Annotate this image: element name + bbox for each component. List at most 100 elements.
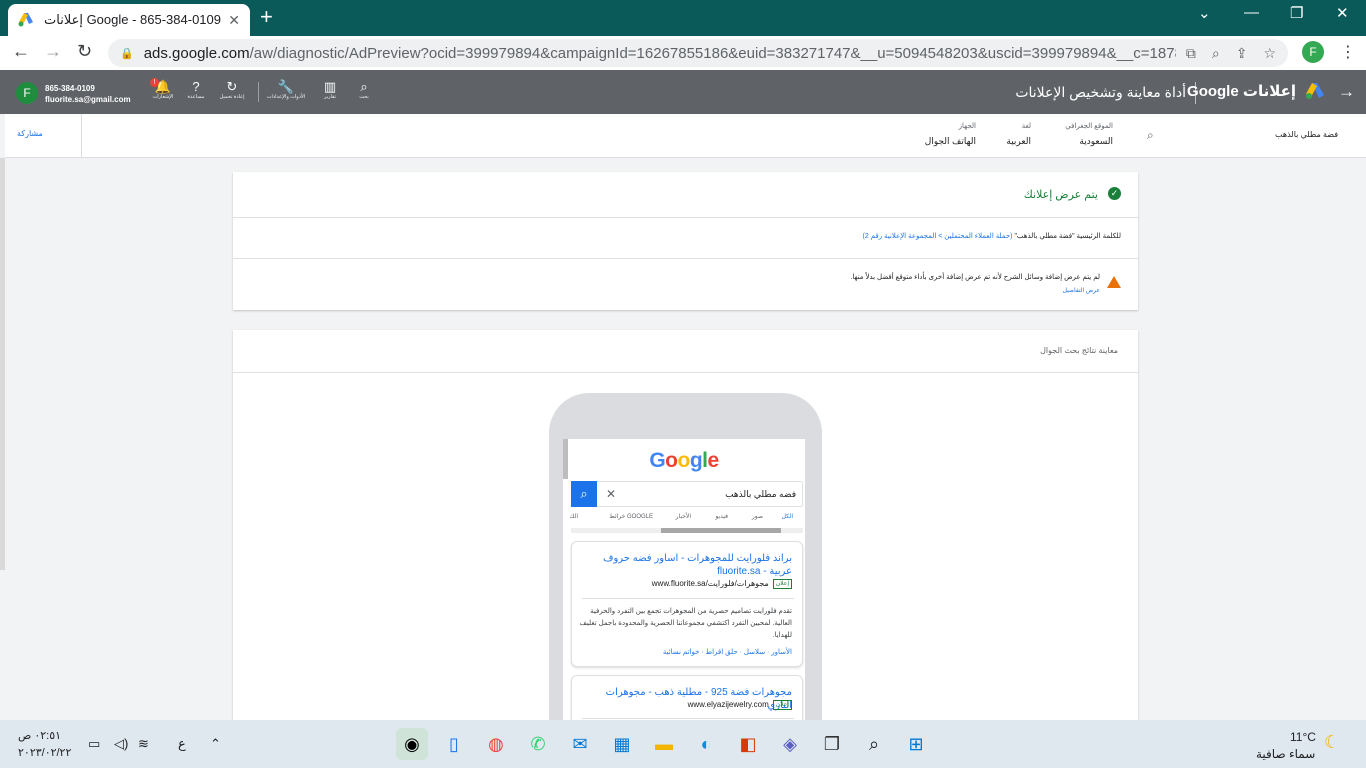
start-icon[interactable]: ⊞: [900, 728, 932, 760]
share-icon[interactable]: ⇪: [1236, 45, 1248, 62]
ads-brand: إعلانات Google: [1187, 83, 1296, 100]
mail-icon[interactable]: ✉: [564, 728, 596, 760]
show-hidden-icons-icon[interactable]: ⌃: [210, 736, 221, 752]
browser-tab-strip: إعلانات Google - 865-384-0109 ✕ + ⌄ — ❐ …: [0, 0, 1366, 36]
tab-videos[interactable]: فيديو: [715, 513, 728, 520]
office-icon[interactable]: ◧: [732, 728, 764, 760]
search-icon[interactable]: ⌕: [571, 481, 597, 507]
tabs-scroll-thumb[interactable]: [661, 528, 781, 533]
battery-icon[interactable]: ▭: [88, 736, 100, 752]
ad-status-text: يتم عرض إعلانك: [1023, 189, 1098, 201]
phone-screen: Google ⌕ ✕ فضه مطلي بالذهب الكل صور فيدي…: [563, 439, 805, 759]
url-host: ads.google.com: [143, 44, 250, 62]
tab-news[interactable]: الأخبار: [676, 513, 691, 520]
close-tab-icon[interactable]: ✕: [228, 12, 240, 29]
windows-taskbar: ☾ 11°C سماء صافية ◉ ▯ ◍ ✆ ✉ ▦ ▬ ◐ ◧ ◈ ❐ …: [0, 720, 1366, 768]
teams-icon[interactable]: ◈: [774, 728, 806, 760]
account-avatar[interactable]: F: [16, 82, 38, 104]
moon-weather-icon[interactable]: ☾: [1324, 732, 1340, 753]
chrome-icon[interactable]: ◍: [480, 728, 512, 760]
ad-result[interactable]: براند فلورايت للمجوهرات - اساور فضه حروف…: [571, 541, 803, 667]
search-icon[interactable]: ⌕: [858, 728, 890, 760]
tab-more[interactable]: الك: [569, 513, 578, 520]
restore-icon[interactable]: ❐: [1290, 4, 1303, 22]
task-view-icon[interactable]: ❐: [816, 728, 848, 760]
tab-images[interactable]: صور: [752, 513, 763, 520]
ad-headline[interactable]: براند فلورايت للمجوهرات - اساور فضه حروف…: [582, 552, 792, 578]
back-icon[interactable]: ←: [12, 41, 30, 62]
input-language[interactable]: ع: [178, 736, 186, 752]
ad-tag: إعلان: [772, 700, 792, 710]
phone-link-icon[interactable]: ▯: [438, 728, 470, 760]
temperature[interactable]: 11°C: [1290, 730, 1316, 744]
help-icon: ?: [192, 79, 200, 94]
tools-settings-button[interactable]: 🔧 الأدوات والإعدادات: [266, 80, 306, 101]
file-explorer-icon[interactable]: ▬: [648, 728, 680, 760]
edge-icon[interactable]: ◐: [690, 728, 722, 760]
minimize-icon[interactable]: —: [1244, 4, 1259, 21]
ad-sitelinks[interactable]: الأساور · سلاسل · حلق اقراط · خواتم نسائ…: [663, 648, 792, 656]
search-button[interactable]: ⌕ بحث: [344, 80, 384, 101]
tabs-scrollbar[interactable]: [571, 528, 803, 533]
ad-group-link[interactable]: (حملة العملاء المحتملين > المجموعة الإعل…: [863, 233, 1013, 240]
back-arrow-icon[interactable]: →: [1338, 82, 1355, 102]
clear-icon[interactable]: ✕: [606, 487, 616, 501]
new-tab-button[interactable]: +: [260, 6, 273, 28]
weather-text[interactable]: سماء صافية: [1256, 747, 1315, 761]
close-window-icon[interactable]: ✕: [1336, 4, 1349, 22]
chrome-profile-app-icon[interactable]: ◉: [396, 728, 428, 760]
status-row: ✓ يتم عرض إعلانك: [233, 172, 1138, 218]
page-title: أداة معاينة وتشخيص الإعلانات: [1015, 84, 1186, 100]
account-id[interactable]: 865-384-0109: [45, 84, 95, 93]
tab-all[interactable]: الكل: [782, 513, 793, 520]
whatsapp-icon[interactable]: ✆: [522, 728, 554, 760]
keyword-info: للكلمة الرئيسية "فضة مطلي بالذهب" (حملة …: [863, 232, 1122, 240]
tab-title: إعلانات Google - 865-384-0109: [44, 12, 221, 27]
forward-icon[interactable]: →: [44, 41, 62, 62]
search-icon[interactable]: ⌕: [1147, 128, 1154, 143]
help-button[interactable]: ? مساعدة: [176, 80, 216, 101]
keyword-input[interactable]: فضة مطلي بالذهب: [1275, 130, 1338, 139]
browser-tab[interactable]: إعلانات Google - 865-384-0109 ✕: [8, 4, 250, 36]
account-email[interactable]: fluorite.sa@gmail.com: [45, 95, 131, 104]
address-bar[interactable]: 🔒 ads.google.com/aw/diagnostic/AdPreview…: [108, 39, 1288, 67]
tab-maps[interactable]: خرائط GOOGLE: [609, 513, 653, 520]
refresh-label: إعادة تحميل: [219, 94, 245, 100]
search-label: بحث: [359, 94, 369, 100]
zoom-icon[interactable]: ⌕: [1212, 45, 1220, 62]
refresh-button[interactable]: ↻ إعادة تحميل: [212, 80, 252, 101]
ads-header: F 865-384-0109 fluorite.sa@gmail.com 🔔 ا…: [0, 70, 1366, 114]
reload-icon[interactable]: ↻: [77, 41, 92, 62]
menu-icon[interactable]: ⋮: [1340, 42, 1356, 62]
url-text[interactable]: ads.google.com/aw/diagnostic/AdPreview?o…: [144, 45, 1176, 62]
volume-icon[interactable]: ◁): [114, 736, 128, 752]
lock-icon[interactable]: 🔒: [120, 47, 134, 60]
tab-search-icon[interactable]: ⌄: [1198, 4, 1211, 22]
profile-avatar[interactable]: F: [1302, 41, 1324, 63]
notification-badge: !: [150, 78, 159, 87]
device-setting[interactable]: الجهاز الهاتف الجوال: [925, 122, 976, 147]
search-tabs: الكل صور فيديو الأخبار خرائط GOOGLE الك: [569, 513, 803, 525]
wrench-icon: 🔧: [277, 79, 295, 94]
translate-icon[interactable]: ⧉: [1186, 45, 1196, 62]
search-box[interactable]: ⌕ ✕ فضه مطلي بالذهب: [571, 481, 803, 507]
diagnosis-card: ✓ يتم عرض إعلانك للكلمة الرئيسية "فضة مط…: [233, 172, 1138, 310]
mobile-preview-card: معاينة نتائج بحث الجوال Google ⌕ ✕ فضه م…: [233, 330, 1138, 759]
language-setting[interactable]: لغة العربية: [1006, 122, 1031, 147]
google-ads-logo-icon: [18, 13, 33, 27]
clock-date[interactable]: ٢٠٢٣/٠٢/٢٢: [18, 746, 71, 759]
ad-display-url: إعلانwww.elyazijewelry.com: [688, 700, 792, 710]
ad-description: تقدم فلورايت تصاميم حصرية من المجوهرات ت…: [579, 608, 792, 639]
clock-time[interactable]: ٠٢:٥١ ص: [18, 729, 61, 742]
language-value: العربية: [1006, 136, 1031, 146]
bookmark-star-icon[interactable]: ☆: [1263, 45, 1276, 62]
share-button[interactable]: مشاركة: [17, 129, 43, 138]
wifi-icon[interactable]: ≋: [138, 736, 149, 752]
device-value: الهاتف الجوال: [924, 136, 976, 146]
location-setting[interactable]: الموقع الجغرافي السعودية: [1065, 122, 1113, 147]
location-caption: الموقع الجغرافي: [1065, 123, 1113, 130]
left-scroll-strip: [0, 158, 5, 570]
view-details-link[interactable]: عرض التفاصيل: [1063, 287, 1100, 294]
tools-label: الأدوات والإعدادات: [266, 94, 306, 100]
store-icon[interactable]: ▦: [606, 728, 638, 760]
